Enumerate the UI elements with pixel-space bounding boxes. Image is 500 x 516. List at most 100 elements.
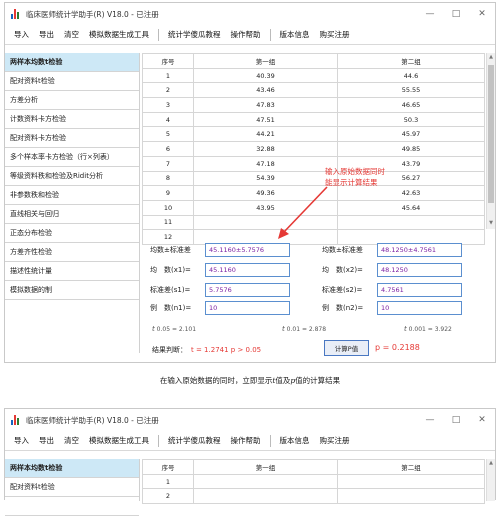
close-button-2[interactable]: ✕ (469, 409, 495, 431)
menu-export-2[interactable]: 导出 (34, 435, 59, 446)
col-header-index-2[interactable]: 序号 (142, 459, 194, 475)
table-scrollbar[interactable]: ▲ ▼ (486, 53, 495, 229)
group2-cell[interactable]: 45.64 (337, 199, 485, 216)
menu-separator (158, 28, 159, 41)
sidebar-item-variance-homogeneity[interactable]: 方差齐性检验 (5, 243, 139, 262)
menu-sim-data-tool-2[interactable]: 模拟数据生成工具 (84, 435, 154, 446)
g1-mean-field[interactable] (205, 263, 290, 277)
row-index-cell[interactable]: 11 (142, 214, 194, 231)
row-index-cell[interactable]: 10 (142, 199, 194, 216)
scroll-up-icon-2[interactable]: ▲ (487, 460, 495, 468)
sidebar-item-descriptive[interactable]: 描述性统计量 (5, 262, 139, 281)
row-index-cell[interactable]: 6 (142, 141, 194, 157)
col-header-group1-2[interactable]: 第一组 (193, 459, 338, 475)
group1-cell[interactable] (193, 473, 338, 490)
group1-cell[interactable]: 32.88 (193, 141, 338, 157)
sidebar-item-rank-sum[interactable]: 非参数秩和检验 (5, 186, 139, 205)
maximize-button-2[interactable]: □ (443, 409, 469, 431)
sidebar-item-ridit[interactable]: 等级资料秩和检验及Ridit分析 (5, 167, 139, 186)
g2-sd-field[interactable] (377, 283, 462, 297)
col-header-group2-2[interactable]: 第二组 (337, 459, 485, 475)
sidebar-item-two-sample-t[interactable]: 两样本均数t检验 (5, 53, 139, 72)
menu-import-2[interactable]: 导入 (9, 435, 34, 446)
g1-n-field[interactable] (205, 301, 290, 315)
sidebar-item-regression[interactable]: 直线相关与回归 (5, 205, 139, 224)
group1-cell[interactable]: 47.51 (193, 111, 338, 128)
sidebar-item-normality[interactable]: 正态分布检验 (5, 224, 139, 243)
calc-p-button[interactable]: 计算P值 (324, 340, 369, 356)
sidebar-item-simulation[interactable]: 模拟数据的制 (5, 281, 139, 300)
menu-tutorial[interactable]: 统计学傻瓜教程 (163, 29, 226, 40)
row-index-cell[interactable]: 4 (142, 111, 194, 128)
group1-cell[interactable]: 47.18 (193, 155, 338, 172)
scroll-up-icon[interactable]: ▲ (487, 54, 495, 62)
menu-tutorial-2[interactable]: 统计学傻瓜教程 (163, 435, 226, 446)
result-judgement: 结果判断： t = 1.2741 p > 0.05 (152, 345, 261, 355)
col-header-group1[interactable]: 第一组 (193, 53, 338, 69)
table-header-row-2: 序号 第一组 第二组 (142, 459, 485, 475)
g2-n-field[interactable] (377, 301, 462, 315)
menu-clear-2[interactable]: 清空 (59, 435, 84, 446)
row-index-cell[interactable]: 1 (142, 473, 194, 490)
group2-cell[interactable] (337, 473, 485, 490)
g1-mean-sd-field[interactable] (205, 243, 290, 257)
row-index-cell[interactable]: 2 (142, 82, 194, 99)
sidebar-item-anova[interactable]: 方差分析 (5, 91, 139, 110)
scrollbar-thumb[interactable] (488, 65, 494, 203)
window-title: 临床医师统计学助手(R) V18.0 - 已注册 (26, 9, 159, 19)
menu-bar: 导入 导出 清空 模拟数据生成工具 统计学傻瓜教程 操作帮助 版本信息 购买注册 (5, 25, 495, 45)
g2-mean-sd-field[interactable] (377, 243, 462, 257)
row-index-cell[interactable]: 3 (142, 97, 194, 113)
maximize-button[interactable]: □ (443, 3, 469, 25)
menu-sim-data-tool[interactable]: 模拟数据生成工具 (84, 29, 154, 40)
group2-cell[interactable]: 49.85 (337, 141, 485, 157)
minimize-button-2[interactable]: — (417, 409, 443, 431)
table-scrollbar-2[interactable]: ▲ (486, 459, 495, 501)
sidebar-item-paired-chi-square[interactable]: 配对资料卡方检验 (5, 129, 139, 148)
menu-register-2[interactable]: 购买注册 (315, 435, 355, 446)
col-header-index[interactable]: 序号 (142, 53, 194, 69)
group1-cell[interactable]: 44.21 (193, 126, 338, 143)
menu-clear[interactable]: 清空 (59, 29, 84, 40)
table-header-row: 序号 第一组 第二组 (142, 53, 485, 69)
minimize-button[interactable]: — (417, 3, 443, 25)
row-index-cell[interactable]: 1 (142, 67, 194, 84)
g2-mean-sd-label: 均数±标准差 (322, 246, 363, 254)
close-button[interactable]: ✕ (469, 3, 495, 25)
group2-cell[interactable]: 44.6 (337, 67, 485, 84)
menu-help[interactable]: 操作帮助 (226, 29, 266, 40)
scroll-down-icon[interactable]: ▼ (487, 220, 495, 228)
g1-sd-field[interactable] (205, 283, 290, 297)
group2-cell[interactable]: 45.97 (337, 126, 485, 143)
sidebar-2: 两样本均数t检验 配对资料t检验 (5, 459, 140, 516)
sidebar-item-paired-t[interactable]: 配对资料t检验 (5, 72, 139, 91)
row-index-cell[interactable]: 8 (142, 170, 194, 187)
sidebar-item-paired-t-2[interactable]: 配对资料t检验 (5, 478, 139, 497)
group1-cell[interactable]: 43.46 (193, 82, 338, 99)
group2-cell[interactable]: 55.55 (337, 82, 485, 99)
group1-cell[interactable]: 40.39 (193, 67, 338, 84)
group1-cell[interactable]: 47.83 (193, 97, 338, 113)
group2-cell[interactable] (337, 488, 485, 505)
menu-import[interactable]: 导入 (9, 29, 34, 40)
group1-cell[interactable] (193, 488, 338, 505)
group2-cell[interactable]: 50.3 (337, 111, 485, 128)
row-index-cell[interactable]: 5 (142, 126, 194, 143)
title-bar: 临床医师统计学助手(R) V18.0 - 已注册 — □ ✕ (5, 3, 495, 25)
sidebar-item-chi-square[interactable]: 计数资料卡方检验 (5, 110, 139, 129)
menu-help-2[interactable]: 操作帮助 (226, 435, 266, 446)
col-header-group2[interactable]: 第二组 (337, 53, 485, 69)
sidebar-item-two-sample-t-2[interactable]: 两样本均数t检验 (5, 459, 139, 478)
row-index-cell[interactable]: 7 (142, 155, 194, 172)
row-index-cell[interactable]: 9 (142, 185, 194, 201)
row-index-cell[interactable]: 2 (142, 488, 194, 505)
group2-cell[interactable]: 46.65 (337, 97, 485, 113)
g2-mean-field[interactable] (377, 263, 462, 277)
menu-export[interactable]: 导出 (34, 29, 59, 40)
group2-cell[interactable] (337, 214, 485, 231)
menu-version[interactable]: 版本信息 (275, 29, 315, 40)
menu-version-2[interactable]: 版本信息 (275, 435, 315, 446)
menu-register[interactable]: 购买注册 (315, 29, 355, 40)
menu-separator (158, 434, 159, 447)
sidebar-item-rxc-chi-square[interactable]: 多个样本率卡方检验（行×列表） (5, 148, 139, 167)
